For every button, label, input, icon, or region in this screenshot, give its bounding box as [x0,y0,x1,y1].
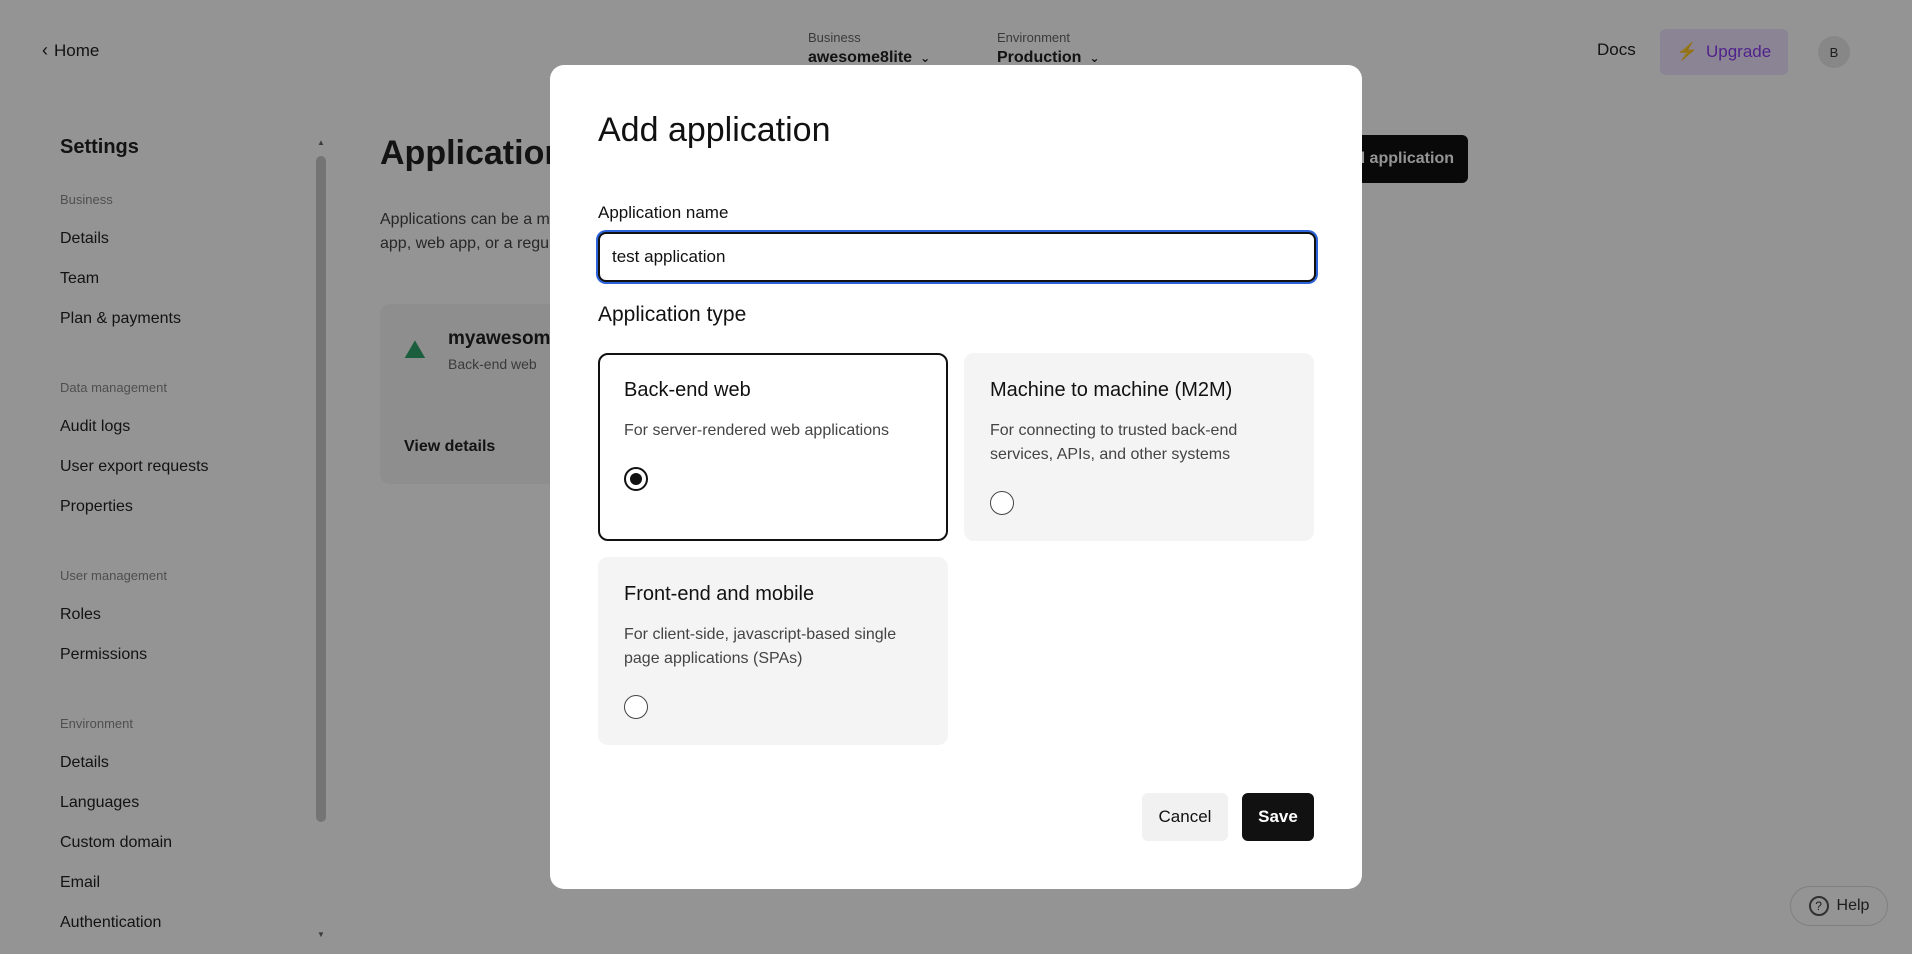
type-card-title: Back-end web [624,379,751,401]
type-card-description: For client-side, javascript-based single… [624,626,897,667]
type-card-description: For connecting to trusted back-end servi… [990,422,1238,463]
radio-frontend-mobile[interactable] [624,695,648,719]
application-name-input[interactable] [598,232,1316,282]
radio-machine-to-machine[interactable] [990,491,1014,515]
type-card-frontend-mobile[interactable]: Front-end and mobile For client-side, ja… [598,557,948,745]
add-application-dialog: Add application Application name Applica… [550,65,1362,889]
radio-backend-web[interactable] [624,467,648,491]
application-type-label: Application type [598,303,747,326]
dialog-title: Add application [598,111,831,149]
application-name-label: Application name [598,203,729,222]
cancel-button[interactable]: Cancel [1142,793,1228,841]
type-card-description: For server-rendered web applications [624,422,890,439]
type-card-machine-to-machine[interactable]: Machine to machine (M2M) For connecting … [964,353,1314,541]
save-button[interactable]: Save [1242,793,1314,841]
app-root: ‹ Home Business awesome8lite ⌄ Environme… [0,0,1912,954]
type-card-title: Front-end and mobile [624,583,815,605]
type-card-title: Machine to machine (M2M) [990,379,1233,401]
type-card-backend-web[interactable]: Back-end web For server-rendered web app… [598,353,948,541]
